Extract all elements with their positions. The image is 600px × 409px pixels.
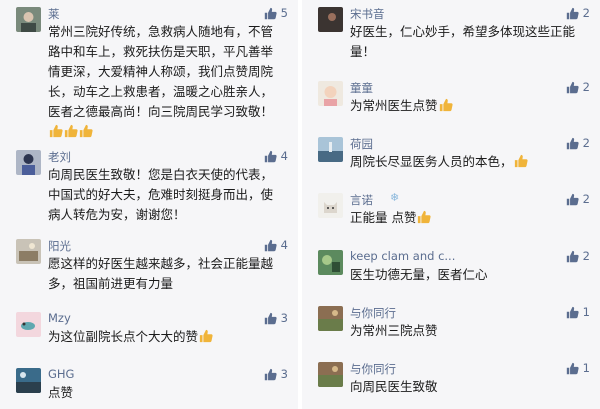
like-count: 2 (582, 6, 590, 20)
commenter-name[interactable]: GHG (48, 367, 74, 381)
avatar-dark-photo-icon[interactable] (318, 7, 343, 32)
comment-text: 愿这样的好医生越来越多，社会正能量越多，祖国前进更有力量 (48, 256, 274, 291)
comment-text: 向周民医生致敬！您是白衣天使的代表，中国式的好大夫，危难时刻挺身而出，使病人转危… (48, 167, 274, 222)
thumbs-up-emoji-icon (199, 329, 213, 343)
like-count: 3 (280, 367, 288, 381)
commenter-name[interactable]: 与你同行 (350, 305, 396, 321)
comment-text: 为常州医生点赞 (350, 96, 586, 116)
avatar-field-icon[interactable] (318, 306, 343, 331)
like-count: 2 (582, 136, 590, 150)
like-button[interactable]: 1 (566, 360, 590, 376)
like-count: 4 (280, 238, 288, 252)
avatar-portrait-icon[interactable] (16, 7, 41, 32)
like-button[interactable]: 2 (566, 191, 590, 207)
like-button[interactable]: 3 (264, 366, 288, 382)
avatar-bird-icon[interactable] (16, 312, 41, 337)
like-count: 3 (280, 311, 288, 325)
commenter-name[interactable]: keep clam and c... (350, 249, 455, 263)
thumbs-up-icon (264, 312, 277, 324)
thumbs-up-emoji-icon (418, 210, 432, 224)
like-button[interactable]: 2 (566, 5, 590, 21)
commenter-name[interactable]: 童童 (350, 80, 373, 96)
thumbs-up-emoji-icon (514, 154, 528, 168)
avatar-landscape-icon[interactable] (16, 368, 41, 393)
comment-text: 医生功德无量，医者仁心 (350, 267, 488, 282)
commenter-name[interactable]: 莱 (48, 6, 60, 22)
thumbs-up-icon (264, 239, 277, 251)
like-button[interactable]: 4 (264, 148, 288, 164)
like-count: 2 (582, 80, 590, 94)
thumbs-up-icon (566, 81, 579, 93)
thumbs-up-icon (264, 7, 277, 19)
like-count: 5 (280, 6, 288, 20)
thumbs-up-icon (566, 250, 579, 262)
comment-text: 点赞 (48, 385, 74, 400)
like-button[interactable]: 4 (264, 237, 288, 253)
like-count: 1 (582, 361, 590, 375)
commenter-name[interactable]: 荷园 (350, 136, 373, 152)
thumbs-up-emoji-icon (79, 124, 93, 138)
like-button[interactable]: 5 (264, 5, 288, 21)
commenter-name[interactable]: 老刘 (48, 149, 71, 165)
thumbs-up-icon (566, 362, 579, 374)
comment-text: 常州三院好传统，急救病人随地有，不管路中和车上，救死扶伤是天职，平凡善举情更深，… (48, 22, 284, 142)
comments-panel-right: 宋书音 2 好医生，仁心妙手，希望多体现这些正能量！ 童童 2 为常州医生点赞 … (302, 0, 600, 409)
commenter-name[interactable]: 宋书音 (350, 6, 385, 22)
comment-text: 为这位副院长点个大大的赞 (48, 327, 284, 347)
commenter-name[interactable]: Mzy (48, 311, 71, 325)
commenter-name[interactable]: 与你同行 (350, 361, 396, 377)
like-button[interactable]: 2 (566, 248, 590, 264)
like-count: 4 (280, 149, 288, 163)
thumbs-up-emoji-icon (64, 124, 78, 138)
comment-text: 周院长尽显医务人员的本色， (350, 152, 586, 172)
comments-panel-left: 莱 5 常州三院好传统，急救病人随地有，不管路中和车上，救死扶伤是天职，平凡善举… (0, 0, 298, 409)
comment-text: 好医生，仁心妙手，希望多体现这些正能量！ (350, 24, 576, 59)
like-count: 2 (582, 249, 590, 263)
like-button[interactable]: 1 (566, 304, 590, 320)
thumbs-up-icon (566, 7, 579, 19)
avatar-child-icon[interactable] (318, 81, 343, 106)
thumbs-up-emoji-icon (439, 98, 453, 112)
like-button[interactable]: 2 (566, 135, 590, 151)
thumbs-up-emoji-icon (49, 124, 63, 138)
like-button[interactable]: 2 (566, 79, 590, 95)
avatar-green-photo-icon[interactable] (318, 250, 343, 275)
thumbs-up-icon (264, 368, 277, 380)
commenter-name[interactable]: 言诺 (350, 192, 373, 208)
like-button[interactable]: 3 (264, 310, 288, 326)
commenter-name[interactable]: 阳光 (48, 238, 71, 254)
avatar-sea-icon[interactable] (318, 137, 343, 162)
thumbs-up-icon (264, 150, 277, 162)
emoji-badge-icon: ❄ (390, 191, 400, 204)
like-count: 1 (582, 305, 590, 319)
like-count: 2 (582, 192, 590, 206)
comment-text: 为常州三院点赞 (350, 323, 438, 338)
thumbs-up-icon (566, 306, 579, 318)
avatar-field-icon[interactable] (318, 362, 343, 387)
avatar-cat-icon[interactable] (318, 193, 343, 218)
thumbs-up-icon (566, 137, 579, 149)
comment-text: 正能量 点赞 (350, 208, 586, 228)
thumbs-up-icon (566, 193, 579, 205)
avatar-person-icon[interactable] (16, 150, 41, 175)
comment-text: 向周民医生致敬 (350, 379, 438, 394)
avatar-photo-icon[interactable] (16, 239, 41, 264)
